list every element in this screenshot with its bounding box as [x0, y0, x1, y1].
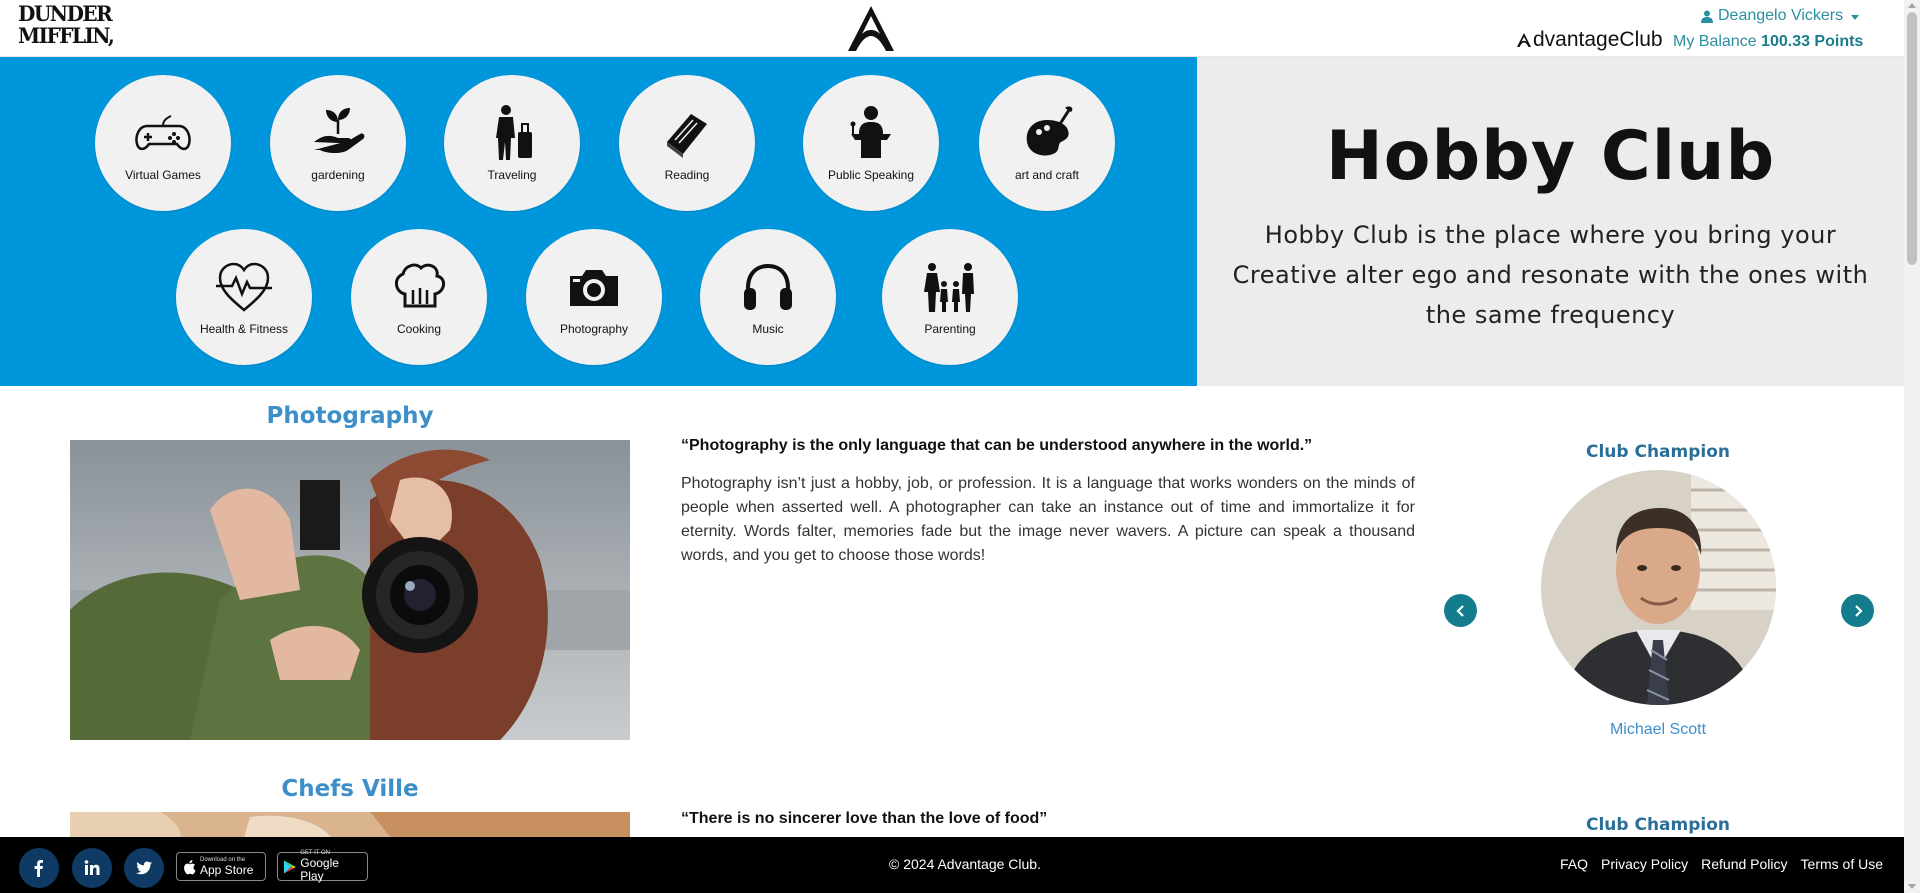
plant-hand-icon	[314, 108, 365, 153]
google-play-text: Google Play	[300, 856, 339, 883]
scroll-down-arrow-icon[interactable]	[1908, 884, 1916, 889]
club-quote-chefs: “There is no sincerer love than the love…	[681, 810, 1048, 827]
advantage-club-brand[interactable]: dvantageClub	[1516, 28, 1663, 52]
twitter-button[interactable]	[124, 848, 164, 888]
category-art-and-craft[interactable]: art and craft	[979, 75, 1115, 211]
club-champion-label: Club Champion	[1585, 442, 1731, 462]
category-virtual-games[interactable]: Virtual Games	[95, 75, 231, 211]
footer: Download on the App Store GET IT ON Goog…	[0, 837, 1904, 893]
category-label: Parenting	[924, 322, 976, 336]
hobby-club-subtitle: Hobby Club is the place where you bring …	[1232, 221, 1869, 329]
category-health-fitness[interactable]: Health & Fitness	[176, 229, 312, 365]
balance-label: My Balance	[1673, 33, 1757, 50]
footer-link-privacy-policy[interactable]: Privacy Policy	[1601, 856, 1688, 872]
category-panel: Virtual Games gardening Traveling Readin…	[0, 57, 1197, 386]
palette-icon	[1026, 106, 1073, 156]
company-logo[interactable]: DUNDER MIFFLIN,	[18, 0, 115, 49]
chevron-right-icon	[1854, 604, 1863, 617]
user-menu[interactable]: Deangelo Vickers	[1701, 7, 1860, 25]
category-label: Music	[752, 322, 784, 336]
balance-value: 100.33 Points	[1761, 33, 1864, 50]
gamepad-icon	[135, 115, 191, 151]
google-play-badge[interactable]: GET IT ON Google Play	[277, 850, 368, 883]
hobby-club-intro: Hobby Club Hobby Club is the place where…	[1197, 57, 1904, 386]
category-label: Cooking	[396, 322, 442, 336]
twitter-icon	[136, 861, 152, 875]
facebook-button[interactable]	[19, 848, 59, 888]
footer-links: FAQ Privacy Policy Refund Policy Terms o…	[1560, 856, 1883, 872]
champion-name[interactable]: Michael Scott	[1560, 721, 1756, 739]
club-title-chefs-ville[interactable]: Chefs Ville	[70, 776, 630, 802]
photography-club-image	[70, 440, 630, 740]
category-photography[interactable]: Photography	[526, 229, 662, 365]
facebook-icon	[34, 860, 43, 877]
user-name: Deangelo Vickers	[1718, 7, 1844, 24]
chevron-left-icon	[1455, 604, 1464, 617]
footer-link-refund-policy[interactable]: Refund Policy	[1701, 856, 1787, 872]
category-label: Traveling	[487, 168, 537, 182]
club-quote: “Photography is the only language that c…	[681, 437, 1313, 454]
headphones-icon	[744, 263, 792, 310]
app-store-text: App Store	[200, 862, 254, 877]
footer-link-terms-of-use[interactable]: Terms of Use	[1801, 856, 1883, 872]
footer-link-faq[interactable]: FAQ	[1560, 856, 1588, 872]
apple-icon	[184, 859, 196, 874]
hobby-club-title: Hobby Club	[1325, 117, 1776, 196]
balance-display: My Balance 100.33 Points	[1673, 33, 1863, 51]
brand-name: dvantageClub	[1533, 28, 1663, 51]
family-icon	[924, 263, 974, 312]
category-label: gardening	[311, 168, 365, 182]
category-label: Virtual Games	[125, 168, 201, 182]
app-store-badge[interactable]: Download on the App Store	[176, 852, 266, 881]
advantage-logo-icon[interactable]	[844, 3, 898, 53]
champion-prev-button[interactable]	[1444, 594, 1477, 627]
traveler-icon	[496, 105, 532, 160]
category-label: Reading	[664, 168, 710, 182]
champion-avatar	[1541, 470, 1776, 705]
hobby-banner: Virtual Games gardening Traveling Readin…	[0, 57, 1904, 386]
category-label: Public Speaking	[827, 168, 915, 182]
page: DUNDER MIFFLIN, Deangelo Vickers dvantag…	[0, 0, 1920, 893]
company-logo-line1: DUNDER	[18, 0, 113, 27]
camera-icon	[570, 270, 618, 306]
book-icon	[667, 114, 707, 158]
club-champion-label-chefs: Club Champion	[1585, 815, 1731, 835]
linkedin-icon	[84, 860, 100, 875]
category-label: Health & Fitness	[199, 322, 289, 336]
category-music[interactable]: Music	[700, 229, 836, 365]
chevron-down-icon	[1851, 14, 1860, 20]
category-traveling[interactable]: Traveling	[444, 75, 580, 211]
champion-next-button[interactable]	[1841, 594, 1874, 627]
company-logo-line2: MIFFLIN,	[18, 22, 115, 49]
advantage-a-icon	[1517, 33, 1531, 47]
category-parenting[interactable]: Parenting	[882, 229, 1018, 365]
category-public-speaking[interactable]: Public Speaking	[803, 75, 939, 211]
user-icon	[1701, 10, 1713, 23]
category-label: art and craft	[1014, 168, 1080, 182]
top-header: DUNDER MIFFLIN, Deangelo Vickers dvantag…	[0, 0, 1904, 57]
heartbeat-icon	[216, 262, 272, 312]
linkedin-button[interactable]	[72, 848, 112, 888]
category-gardening[interactable]: gardening	[270, 75, 406, 211]
scroll-up-arrow-icon[interactable]	[1908, 3, 1916, 8]
club-description: Photography isn’t just a hobby, job, or …	[681, 475, 1415, 564]
category-reading[interactable]: Reading	[619, 75, 755, 211]
scrollbar-thumb[interactable]	[1907, 12, 1917, 265]
club-title-photography[interactable]: Photography	[70, 403, 630, 429]
copyright-text: © 2024 Advantage Club.	[889, 856, 1041, 872]
google-play-icon	[283, 859, 296, 874]
podium-icon	[850, 106, 891, 158]
chef-hat-icon	[395, 263, 445, 308]
category-label: Photography	[559, 322, 629, 336]
category-cooking[interactable]: Cooking	[351, 229, 487, 365]
